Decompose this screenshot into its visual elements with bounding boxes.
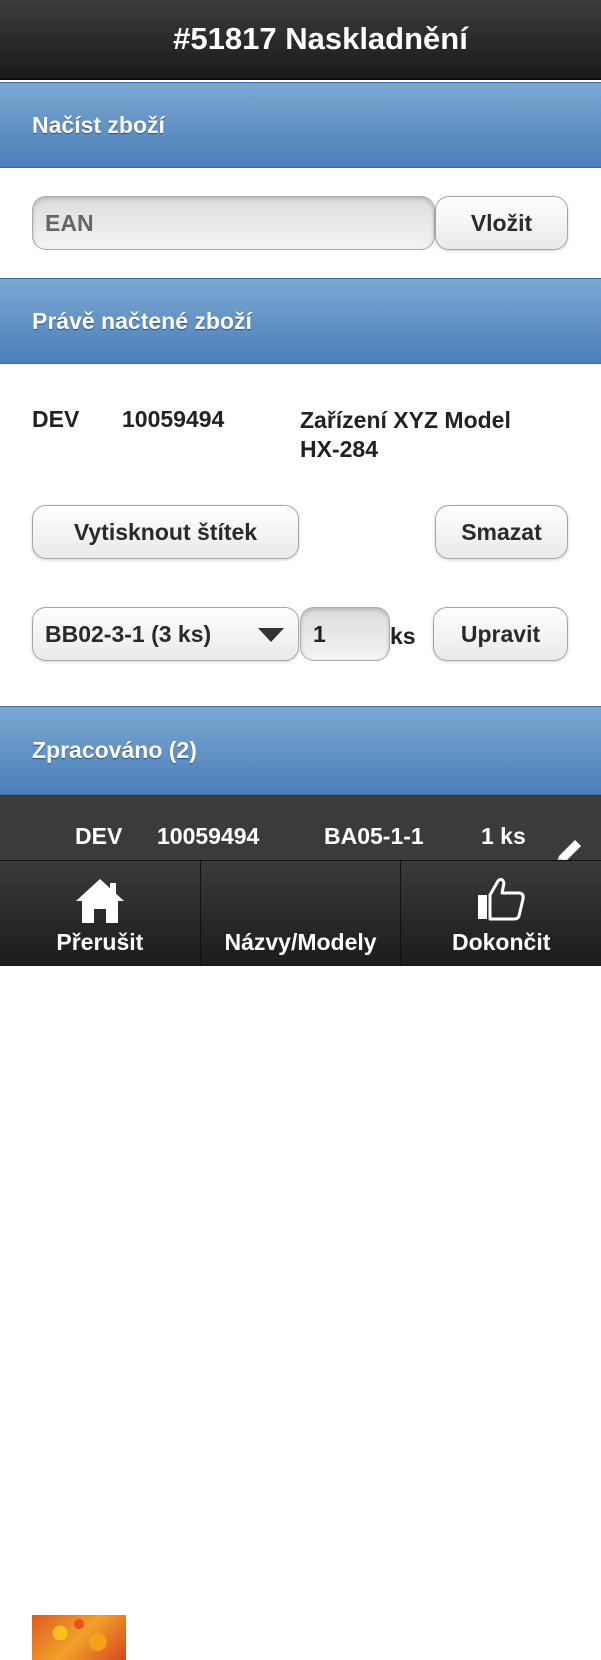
- quantity-unit: ks: [390, 623, 416, 649]
- print-label-button[interactable]: Vytisknout štítek: [32, 505, 299, 559]
- section-header-current: Právě načtené zboží: [0, 278, 601, 364]
- nav-finish-label: Dokončit: [451, 929, 551, 955]
- page-title: #51817 Naskladnění: [0, 0, 601, 80]
- chevron-down-icon: [258, 628, 284, 642]
- processed-qty: 1 ks: [481, 823, 526, 849]
- delete-button[interactable]: Smazat: [435, 505, 568, 559]
- item-code: 10059494: [122, 406, 225, 432]
- location-select[interactable]: BB02-3-1 (3 ks): [32, 607, 299, 661]
- quantity-input[interactable]: 1: [300, 607, 390, 661]
- product-thumbnail: [32, 1615, 126, 1660]
- location-select-value: BB02-3-1 (3 ks): [45, 620, 212, 647]
- nav-names-models[interactable]: Názvy/Modely: [201, 861, 402, 966]
- current-item-panel: DEV 10059494 Zařízení XYZ Model HX-284 V…: [0, 364, 601, 706]
- insert-button[interactable]: Vložit: [435, 196, 568, 250]
- item-name-line1: Zařízení XYZ Model: [300, 407, 511, 433]
- bottom-navbar: Přerušit Názvy/Modely Dokončit: [0, 860, 601, 966]
- item-name: Zařízení XYZ Model HX-284: [300, 406, 511, 464]
- item-name-line2: HX-284: [300, 436, 378, 462]
- section-header-processed: Zpracováno (2): [0, 706, 601, 795]
- load-panel: EAN Vložit: [0, 168, 601, 278]
- nav-finish[interactable]: Dokončit: [401, 861, 601, 966]
- home-icon: [75, 879, 124, 923]
- nav-interrupt-label: Přerušit: [56, 929, 144, 955]
- processed-location: BA05-1-1: [324, 823, 424, 849]
- thumbs-up-icon: [478, 877, 525, 921]
- processed-type: DEV: [75, 823, 123, 849]
- item-type: DEV: [32, 406, 80, 432]
- nav-names-models-label: Názvy/Modely: [224, 929, 377, 955]
- ean-input[interactable]: EAN: [32, 196, 435, 250]
- nav-interrupt[interactable]: Přerušit: [0, 861, 201, 966]
- section-header-load: Načíst zboží: [0, 82, 601, 168]
- update-button[interactable]: Upravit: [433, 607, 568, 661]
- processed-code: 10059494: [157, 823, 260, 849]
